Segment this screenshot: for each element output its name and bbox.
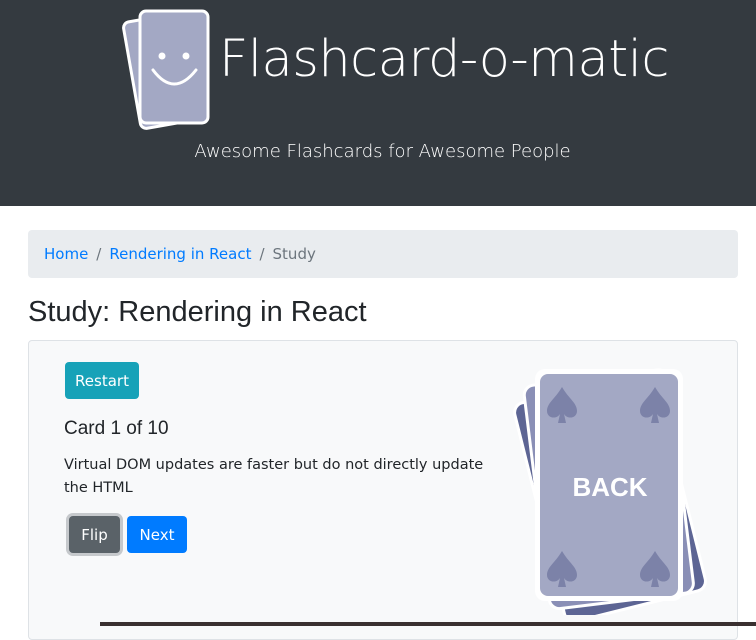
smiley-cards-icon: [122, 9, 210, 130]
bottom-divider: [100, 622, 756, 626]
restart-button[interactable]: Restart: [65, 362, 139, 399]
breadcrumb-home-link[interactable]: Home: [44, 245, 88, 263]
flip-button[interactable]: Flip: [69, 516, 120, 553]
app-title: Flashcard-o-matic: [219, 30, 669, 89]
next-button[interactable]: Next: [127, 516, 187, 553]
card-back-illustration: BACK: [513, 368, 707, 615]
study-card-panel: Restart Card 1 of 10 Virtual DOM updates…: [28, 340, 738, 640]
breadcrumb-deck-link[interactable]: Rendering in React: [109, 245, 251, 263]
breadcrumb-separator: /: [96, 245, 102, 263]
page-title: Study: Rendering in React: [28, 296, 367, 328]
breadcrumb: Home / Rendering in React / Study: [28, 230, 738, 278]
card-back-label: BACK: [572, 472, 647, 502]
app-subtitle: Awesome Flashcards for Awesome People: [194, 141, 571, 162]
breadcrumb-current: Study: [272, 245, 316, 263]
card-count: Card 1 of 10: [64, 418, 169, 439]
breadcrumb-separator: /: [259, 245, 265, 263]
card-text: Virtual DOM updates are faster but do no…: [64, 457, 484, 496]
app-header: Flashcard-o-matic Awesome Flashcards for…: [0, 0, 756, 206]
